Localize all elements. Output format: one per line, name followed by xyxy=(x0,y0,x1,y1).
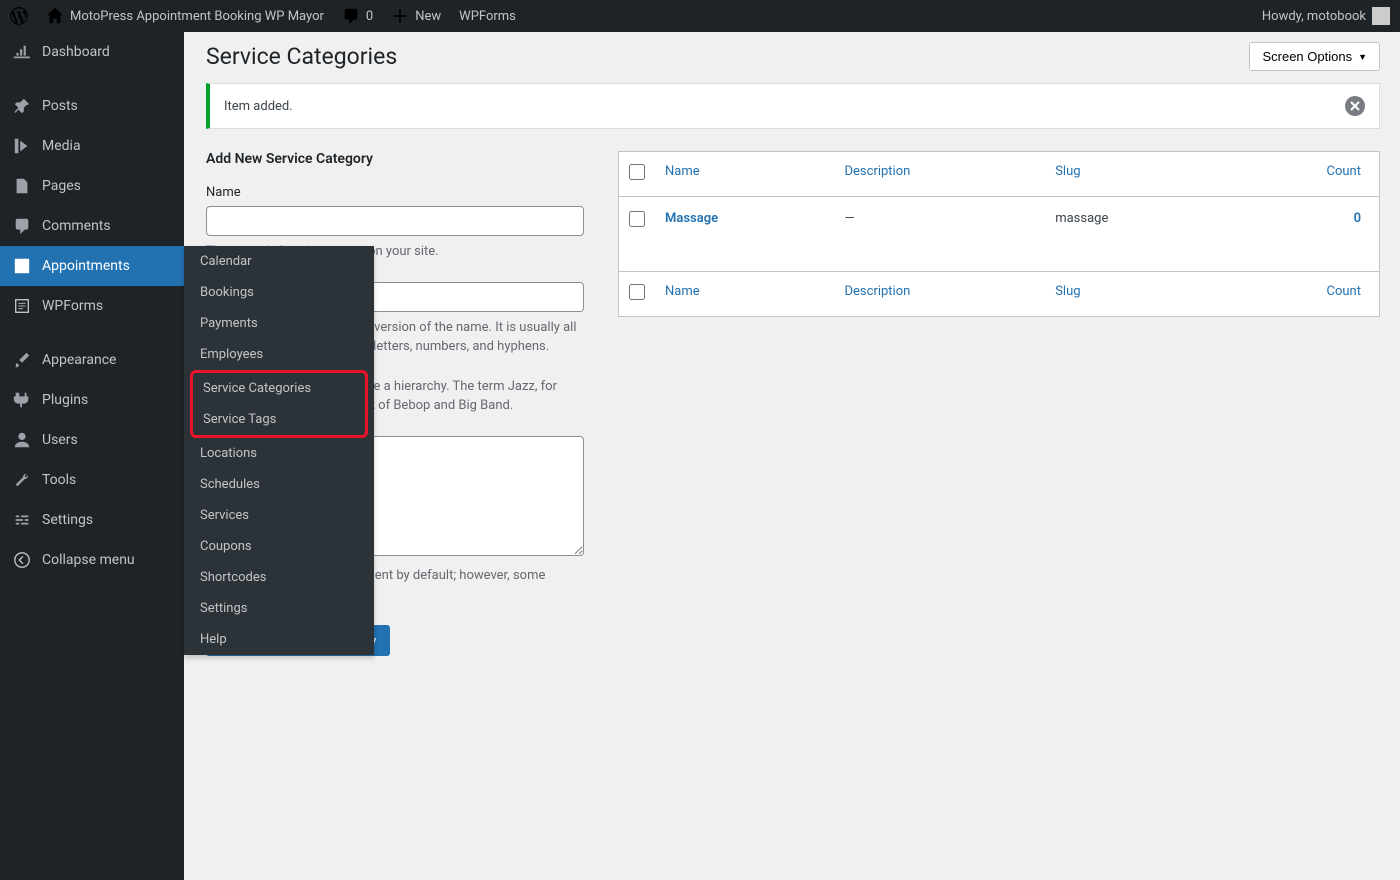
dashboard-icon xyxy=(12,42,32,62)
comment-icon xyxy=(12,216,32,236)
col-name[interactable]: Name xyxy=(665,164,700,179)
comments-link[interactable]: 0 xyxy=(342,7,373,25)
categories-table: Name Description Slug Count Massage — ma… xyxy=(618,151,1380,317)
close-icon xyxy=(1350,101,1360,111)
col-count[interactable]: Count xyxy=(1327,164,1361,179)
account-link[interactable]: Howdy, motobook xyxy=(1262,7,1390,25)
comments-count: 0 xyxy=(366,9,373,24)
comment-icon xyxy=(342,7,360,25)
select-all-checkbox-foot[interactable] xyxy=(629,284,645,300)
wpforms-link[interactable]: WPForms xyxy=(459,9,516,24)
select-all-checkbox[interactable] xyxy=(629,164,645,180)
col-description-foot[interactable]: Description xyxy=(845,284,911,299)
submenu-shortcodes[interactable]: Shortcodes xyxy=(184,562,374,593)
sidebar-item-users[interactable]: Users xyxy=(0,420,184,460)
sidebar-item-comments[interactable]: Comments xyxy=(0,206,184,246)
sidebar-item-media[interactable]: Media xyxy=(0,126,184,166)
user-icon xyxy=(12,430,32,450)
plus-icon xyxy=(391,7,409,25)
sidebar-item-appointments[interactable]: Appointments xyxy=(0,246,184,286)
submenu-schedules[interactable]: Schedules xyxy=(184,469,374,500)
pin-icon xyxy=(12,96,32,116)
collapse-icon xyxy=(12,550,32,570)
submenu-service-categories[interactable]: Service Categories xyxy=(193,373,365,404)
avatar xyxy=(1372,7,1390,25)
col-count-foot[interactable]: Count xyxy=(1327,284,1361,299)
sidebar-item-tools[interactable]: Tools xyxy=(0,460,184,500)
name-label: Name xyxy=(206,185,584,200)
appointments-submenu: Calendar Bookings Payments Employees Ser… xyxy=(184,246,374,655)
media-icon xyxy=(12,136,32,156)
page-title: Service Categories xyxy=(206,43,397,70)
form-heading: Add New Service Category xyxy=(206,151,584,167)
notice-text: Item added. xyxy=(224,99,293,114)
page-icon xyxy=(12,176,32,196)
row-checkbox[interactable] xyxy=(629,211,645,227)
col-description[interactable]: Description xyxy=(845,164,911,179)
sidebar-item-wpforms[interactable]: WPForms xyxy=(0,286,184,326)
plug-icon xyxy=(12,390,32,410)
sidebar-item-settings[interactable]: Settings xyxy=(0,500,184,540)
form-icon xyxy=(12,296,32,316)
col-slug[interactable]: Slug xyxy=(1055,164,1080,179)
row-count-link[interactable]: 0 xyxy=(1354,211,1361,226)
sidebar-item-appearance[interactable]: Appearance xyxy=(0,340,184,380)
home-icon xyxy=(46,7,64,25)
table-row: Massage — massage 0 xyxy=(619,197,1380,272)
submenu-payments[interactable]: Payments xyxy=(184,308,374,339)
admin-sidebar: Dashboard Posts Media Pages Comments App… xyxy=(0,32,184,880)
new-label: New xyxy=(415,9,441,24)
col-slug-foot[interactable]: Slug xyxy=(1055,284,1080,299)
admin-bar: MotoPress Appointment Booking WP Mayor 0… xyxy=(0,0,1400,32)
site-home-link[interactable]: MotoPress Appointment Booking WP Mayor xyxy=(46,7,324,25)
row-name-link[interactable]: Massage xyxy=(665,211,718,226)
sidebar-item-posts[interactable]: Posts xyxy=(0,86,184,126)
submenu-service-tags[interactable]: Service Tags xyxy=(193,404,365,435)
wordpress-icon xyxy=(10,7,28,25)
calendar-icon xyxy=(12,256,32,276)
row-description: — xyxy=(835,197,1046,272)
submenu-settings[interactable]: Settings xyxy=(184,593,374,624)
submenu-locations[interactable]: Locations xyxy=(184,438,374,469)
success-notice: Item added. xyxy=(206,83,1380,129)
sidebar-item-collapse[interactable]: Collapse menu xyxy=(0,540,184,580)
submenu-employees[interactable]: Employees xyxy=(184,339,374,370)
row-slug: massage xyxy=(1045,197,1225,272)
chevron-down-icon: ▼ xyxy=(1358,52,1367,62)
sidebar-item-pages[interactable]: Pages xyxy=(0,166,184,206)
new-link[interactable]: New xyxy=(391,7,441,25)
submenu-calendar[interactable]: Calendar xyxy=(184,246,374,277)
col-name-foot[interactable]: Name xyxy=(665,284,700,299)
wp-logo-link[interactable] xyxy=(10,7,28,25)
submenu-services[interactable]: Services xyxy=(184,500,374,531)
highlight-box: Service Categories Service Tags xyxy=(190,370,368,438)
howdy-text: Howdy, motobook xyxy=(1262,9,1366,24)
submenu-help[interactable]: Help xyxy=(184,624,374,655)
sidebar-item-dashboard[interactable]: Dashboard xyxy=(0,32,184,72)
site-title: MotoPress Appointment Booking WP Mayor xyxy=(70,9,324,24)
brush-icon xyxy=(12,350,32,370)
submenu-coupons[interactable]: Coupons xyxy=(184,531,374,562)
name-input[interactable] xyxy=(206,206,584,236)
sidebar-item-plugins[interactable]: Plugins xyxy=(0,380,184,420)
sliders-icon xyxy=(12,510,32,530)
submenu-bookings[interactable]: Bookings xyxy=(184,277,374,308)
screen-options-button[interactable]: Screen Options ▼ xyxy=(1249,42,1380,71)
wrench-icon xyxy=(12,470,32,490)
dismiss-notice-button[interactable] xyxy=(1345,96,1365,116)
